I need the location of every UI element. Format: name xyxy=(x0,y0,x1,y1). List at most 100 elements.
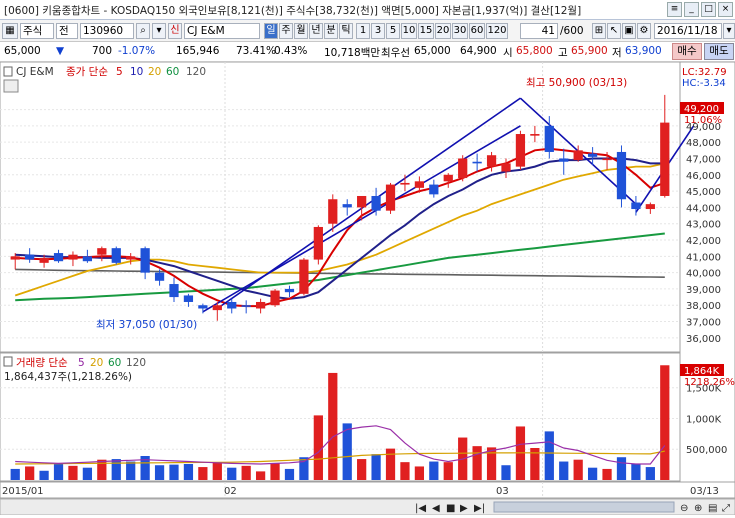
candle-body xyxy=(602,158,612,161)
chart-window: [0600] 키움종합차트 - KOSDAQ150 외국인보유[8,121(천)… xyxy=(0,0,735,516)
candle-body xyxy=(255,301,266,309)
candle-body xyxy=(357,195,367,208)
minute-15-button[interactable]: 15 xyxy=(418,23,434,39)
page-total: /600 xyxy=(560,25,584,37)
volume-bar xyxy=(414,466,425,480)
credit-badge: 신 xyxy=(168,23,182,39)
fit-icon[interactable]: ▤ xyxy=(708,503,717,514)
ask-price: 65,000 xyxy=(414,45,451,57)
vma5-legend: 5 xyxy=(78,357,85,369)
gear-icon[interactable]: ⚙ xyxy=(637,23,651,39)
period-tick-tab[interactable]: 틱 xyxy=(339,23,353,39)
volume-bar xyxy=(126,461,136,480)
volume-bar xyxy=(328,372,338,480)
cursor-icon[interactable]: ↖ xyxy=(607,23,621,39)
volume-bar xyxy=(587,467,598,480)
candle-body xyxy=(198,305,208,309)
vma20-legend: 20 xyxy=(90,357,103,369)
search-icon[interactable]: ⌕ xyxy=(136,23,150,39)
volume-bar xyxy=(342,423,352,480)
menu-icon[interactable]: ≡ xyxy=(667,2,682,17)
candlestick-chart[interactable]: 50,00049,00048,00047,00046,00045,00044,0… xyxy=(0,61,735,516)
close-icon[interactable]: × xyxy=(718,2,733,17)
y-tick-label: 45,000 xyxy=(686,187,721,198)
volume-bar xyxy=(544,431,554,480)
minute-3-button[interactable]: 3 xyxy=(371,23,385,39)
volume-bar xyxy=(602,468,612,480)
candle-body xyxy=(429,184,439,195)
period-minute-tab[interactable]: 분 xyxy=(324,23,338,39)
candle-body xyxy=(472,161,482,164)
volume-bar xyxy=(241,465,251,480)
y-tick-label: 46,000 xyxy=(686,171,721,182)
minute-1-button[interactable]: 1 xyxy=(356,23,370,39)
period-year-tab[interactable]: 년 xyxy=(309,23,323,39)
open-price: 65,800 xyxy=(516,45,553,57)
period-month-tab[interactable]: 월 xyxy=(294,23,308,39)
date-input[interactable]: 2016/11/18 xyxy=(654,23,722,39)
save-icon[interactable]: ▣ xyxy=(622,23,636,39)
lc-label: LC:32.79 xyxy=(682,67,727,78)
volume-tick-label: 500,000 xyxy=(686,445,727,456)
scroll-stop-icon[interactable]: ■ xyxy=(446,503,455,514)
page-input[interactable]: 41 xyxy=(520,23,558,39)
period-day-tab[interactable]: 일 xyxy=(264,23,278,39)
volume-bar xyxy=(82,467,93,480)
scroll-first-icon[interactable]: |◀ xyxy=(415,503,426,514)
candle-body xyxy=(10,256,20,260)
buy-button[interactable]: 매수 xyxy=(672,43,702,60)
market-select[interactable]: 주식 xyxy=(20,23,54,39)
minute-5-button[interactable]: 5 xyxy=(386,23,400,39)
zoom-in-icon[interactable]: ⊕ xyxy=(694,503,702,514)
stock-code-input[interactable]: 130960 xyxy=(80,23,134,39)
y-tick-label: 47,000 xyxy=(686,154,721,165)
candle-body xyxy=(68,254,78,260)
expand-icon[interactable]: ⤢ xyxy=(722,503,730,514)
candle-body xyxy=(371,195,381,211)
candle-body xyxy=(660,122,670,196)
candle-body xyxy=(140,248,150,273)
volume-bar xyxy=(270,463,280,480)
candle-body xyxy=(573,150,583,161)
zoom-out-icon[interactable]: ⊖ xyxy=(680,503,688,514)
volume-bar xyxy=(631,464,641,480)
chart-type-icon[interactable]: ▦ xyxy=(2,23,18,39)
scroll-last-icon[interactable]: ▶| xyxy=(474,503,485,514)
list-icon[interactable]: ▾ xyxy=(152,23,166,39)
panel-menu-icon[interactable] xyxy=(3,79,19,93)
volume-bar xyxy=(111,459,121,480)
candle-body xyxy=(241,305,251,307)
y-tick-label: 42,000 xyxy=(686,236,721,247)
scroll-play-icon[interactable]: ▶ xyxy=(460,503,468,514)
minute-20-button[interactable]: 20 xyxy=(435,23,451,39)
candle-body xyxy=(342,204,352,208)
minute-120-button[interactable]: 120 xyxy=(486,23,508,39)
calendar-icon[interactable]: ▾ xyxy=(723,23,735,39)
x-label-03: 03 xyxy=(496,486,509,497)
y-tick-label: 48,000 xyxy=(686,138,721,149)
x-label-right-date: 03/13 xyxy=(690,486,719,497)
candle-body xyxy=(299,259,309,294)
minute-10-button[interactable]: 10 xyxy=(401,23,417,39)
candle-body xyxy=(328,199,338,224)
chart-settings-icon[interactable]: ⊞ xyxy=(592,23,606,39)
candle-body xyxy=(270,290,280,306)
chart-area[interactable]: 50,00049,00048,00047,00046,00045,00044,0… xyxy=(0,61,735,516)
minute-60-button[interactable]: 60 xyxy=(469,23,485,39)
stock-name-field: CJ E&M xyxy=(184,23,260,39)
candle-body xyxy=(39,257,49,263)
period-week-tab[interactable]: 주 xyxy=(279,23,293,39)
volume-bar xyxy=(443,462,453,480)
scroll-thumb[interactable] xyxy=(493,501,675,513)
volume-ratio: 73.41% xyxy=(236,45,277,57)
sell-button[interactable]: 매도 xyxy=(704,43,734,60)
maximize-icon[interactable]: □ xyxy=(701,2,716,17)
candle-body xyxy=(169,284,179,298)
market-scope-select[interactable]: 전 xyxy=(56,23,78,39)
minute-30-button[interactable]: 30 xyxy=(452,23,468,39)
scroll-prev-icon[interactable]: ◀ xyxy=(432,503,440,514)
minimize-icon[interactable]: _ xyxy=(684,2,699,17)
volume-bar xyxy=(154,465,165,480)
low-label: 저 xyxy=(612,47,622,59)
change-percent: -1.07% xyxy=(118,45,156,57)
